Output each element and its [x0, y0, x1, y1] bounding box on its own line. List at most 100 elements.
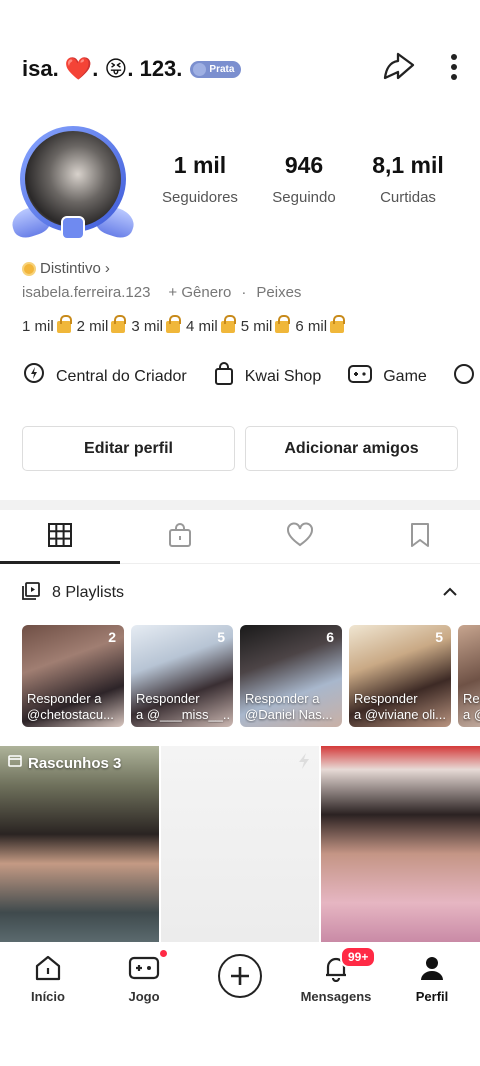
lock-icon	[220, 315, 236, 333]
add-friends-button[interactable]: Adicionar amigos	[245, 426, 458, 471]
badge-icon	[193, 62, 207, 76]
lock-bag-icon	[167, 522, 193, 553]
shortcut-label: Kwai Shop	[244, 367, 322, 385]
nav-create[interactable]	[192, 942, 288, 1066]
lightning-icon	[297, 752, 311, 775]
lightning-pin-icon	[22, 362, 46, 391]
video-thumbnail[interactable]	[160, 746, 320, 942]
video-thumbnail[interactable]	[321, 746, 480, 942]
playlist-title: Responder a @___miss__...	[136, 691, 229, 722]
milestone-label: 4 mil	[186, 318, 218, 335]
milestone-label: 1 mil	[22, 318, 54, 335]
lock-icon	[56, 315, 72, 333]
playlist-card[interactable]: 6 Responder a @Daniel Nas...	[240, 625, 342, 727]
nav-label: Início	[31, 989, 65, 1004]
bottom-navigation: Início Jogo 99+ Mensagens Perfil	[0, 942, 480, 1066]
gamepad-icon	[347, 363, 373, 390]
shortcut-kwai-shop[interactable]: Kwai Shop	[213, 362, 322, 391]
playlists-row: 2 Responder a @chetostacu... 5 Responder a…	[22, 625, 480, 727]
zodiac-sign: Peixes	[256, 284, 302, 301]
nav-home[interactable]: Início	[0, 942, 96, 1066]
milestone-label: 6 mil	[295, 318, 328, 335]
chevron-right-icon: ›	[104, 260, 110, 277]
content-tabs	[0, 512, 480, 564]
shortcut-label: Game	[383, 367, 427, 385]
distintivo-link[interactable]: Distintivo ›	[22, 260, 110, 277]
tab-private[interactable]	[120, 512, 240, 563]
bookmark-icon	[409, 522, 431, 553]
milestone-item[interactable]: 5 mil	[241, 315, 291, 335]
tab-saved[interactable]	[360, 512, 480, 563]
stat-likes[interactable]: 8,1 mil Curtidas	[358, 152, 458, 206]
badge-label: Prata	[209, 63, 235, 75]
distintivo-icon	[22, 261, 36, 276]
playlist-title: Responder a @Daniel Nas...	[245, 691, 333, 722]
playlist-title: Resa @	[463, 691, 480, 722]
level-badge[interactable]: Prata	[190, 60, 242, 78]
playlists-count-label: 8 Playlists	[52, 584, 125, 601]
draft-video-thumbnail[interactable]: Rascunhos 3	[0, 746, 159, 942]
milestone-label: 3 mil	[131, 318, 164, 335]
distintivo-label: Distintivo	[40, 260, 101, 277]
drafts-icon	[8, 754, 22, 772]
profile-stats: 1 mil Seguidores 946 Seguindo 8,1 mil Cu…	[150, 152, 458, 206]
drafts-label: Rascunhos 3	[8, 754, 121, 772]
milestone-item[interactable]: 6 mil	[295, 315, 346, 335]
profile-header: isa. ❤️. 😝. 123. Prata	[22, 48, 458, 90]
nav-profile[interactable]: Perfil	[384, 942, 480, 1066]
playlist-card[interactable]: 2 Responder a @chetostacu...	[22, 625, 124, 727]
nav-label: Mensagens	[300, 989, 372, 1004]
nav-messages[interactable]: 99+ Mensagens	[288, 942, 384, 1066]
stat-value: 946	[284, 152, 324, 178]
shortcut-game[interactable]: Game	[347, 362, 427, 391]
more-vertical-icon[interactable]	[450, 53, 458, 86]
username-text: isa. ❤️. 😝. 123.	[22, 56, 183, 81]
share-arrow-icon[interactable]	[382, 52, 416, 87]
playlist-video-count: 5	[435, 629, 443, 645]
stat-value: 1 mil	[173, 152, 227, 178]
milestone-item[interactable]: 2 mil	[76, 315, 127, 335]
chevron-up-icon[interactable]	[442, 584, 458, 602]
username: isa. ❤️. 😝. 123. Prata	[22, 56, 242, 82]
milestone-item[interactable]: 3 mil	[131, 315, 182, 335]
avatar-image	[25, 131, 121, 227]
playlists-header[interactable]: 8 Playlists	[22, 580, 458, 606]
milestone-item[interactable]: 1 mil	[22, 315, 72, 335]
creator-shortcuts: Central do Criador Kwai Shop Game	[22, 362, 480, 391]
milestone-label: 2 mil	[76, 318, 109, 335]
playlist-video-count: 5	[217, 629, 225, 645]
nav-label: Perfil	[415, 989, 449, 1004]
video-grid: Rascunhos 3	[0, 746, 480, 942]
add-gender-link[interactable]: + Gênero	[168, 284, 231, 301]
playlist-card[interactable]: 5 Responder a @viviane oli...	[349, 625, 451, 727]
profile-handle: isabela.ferreira.123	[22, 284, 151, 301]
tab-posts[interactable]	[0, 512, 120, 564]
shortcut-label: Central do Criador	[56, 367, 187, 385]
edit-profile-button[interactable]: Editar perfil	[22, 426, 235, 471]
milestone-item[interactable]: 4 mil	[186, 315, 236, 335]
stat-following[interactable]: 946 Seguindo	[254, 152, 354, 206]
notification-dot	[160, 950, 167, 957]
tab-liked[interactable]	[240, 512, 360, 563]
partial-icon	[453, 363, 475, 390]
avatar[interactable]	[8, 120, 138, 242]
shortcut-creator-center[interactable]: Central do Criador	[22, 362, 187, 391]
stat-label: Curtidas	[380, 189, 436, 206]
nav-game[interactable]: Jogo	[96, 942, 192, 1066]
stat-label: Seguidores	[162, 189, 238, 206]
profile-actions: Editar perfil Adicionar amigos	[22, 426, 458, 471]
gamepad-icon	[128, 954, 160, 985]
profile-info-line: isabela.ferreira.123 + Gênero · Peixes	[22, 284, 301, 301]
lock-icon	[330, 315, 346, 333]
avatar-live-badge-icon	[61, 216, 85, 240]
grid-icon	[47, 522, 73, 553]
playlist-title: Responder a @chetostacu...	[27, 691, 114, 722]
shortcut-more[interactable]	[453, 362, 475, 391]
lock-icon	[275, 315, 291, 333]
playlist-card[interactable]: Resa @	[458, 625, 480, 727]
playlist-card[interactable]: 5 Responder a @___miss__...	[131, 625, 233, 727]
lock-icon	[166, 315, 182, 333]
playlist-title: Responder a @viviane oli...	[354, 691, 446, 722]
stat-followers[interactable]: 1 mil Seguidores	[150, 152, 250, 206]
playlist-icon	[22, 581, 40, 605]
